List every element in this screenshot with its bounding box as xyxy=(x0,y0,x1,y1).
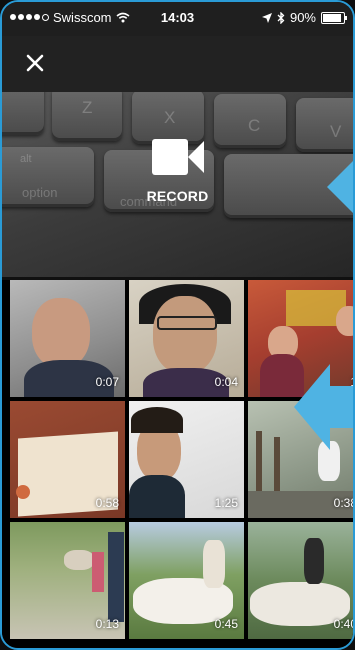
status-bar: Swisscom 14:03 90% xyxy=(2,2,353,36)
record-button[interactable]: RECORD xyxy=(2,137,353,204)
video-thumbnail[interactable]: 0:07 xyxy=(10,280,125,397)
video-duration: 0:58 xyxy=(95,496,119,510)
video-duration: 0:38 xyxy=(333,496,355,510)
video-thumbnail[interactable]: 0:58 xyxy=(10,401,125,518)
camera-preview: Z X C V alt option command RECORD xyxy=(2,92,353,277)
video-camera-icon xyxy=(151,139,204,175)
phone-frame: Swisscom 14:03 90% Z X C V alt option co… xyxy=(0,0,355,650)
record-label: RECORD xyxy=(146,188,209,204)
video-thumbnail[interactable]: 0:40 xyxy=(248,522,355,639)
keyboard-key xyxy=(2,92,44,135)
video-duration: 0:45 xyxy=(214,617,238,631)
video-thumbnail[interactable]: 1:25 xyxy=(129,401,244,518)
video-duration: 1:25 xyxy=(214,496,238,510)
keyboard-key-z: Z xyxy=(52,92,122,141)
tutorial-arrow-icon xyxy=(294,364,353,450)
video-duration: 0:13 xyxy=(95,617,119,631)
video-thumbnail[interactable]: 0:45 xyxy=(129,522,244,639)
status-indicators: 90% xyxy=(261,10,347,25)
battery-percent: 90% xyxy=(289,10,316,25)
bluetooth-icon xyxy=(277,11,285,24)
video-duration: 0:07 xyxy=(95,375,119,389)
close-icon[interactable] xyxy=(22,50,48,76)
video-gallery: 0:07 0:04 1 0:58 1:25 xyxy=(2,280,355,648)
video-thumbnail[interactable]: 0:04 xyxy=(129,280,244,397)
video-duration: 0:40 xyxy=(333,617,355,631)
top-bar xyxy=(2,36,353,92)
video-thumbnail[interactable]: 0:13 xyxy=(10,522,125,639)
tutorial-arrow-icon xyxy=(327,161,353,213)
location-arrow-icon xyxy=(261,12,272,23)
video-duration: 0:04 xyxy=(214,375,238,389)
battery-icon xyxy=(321,11,347,24)
